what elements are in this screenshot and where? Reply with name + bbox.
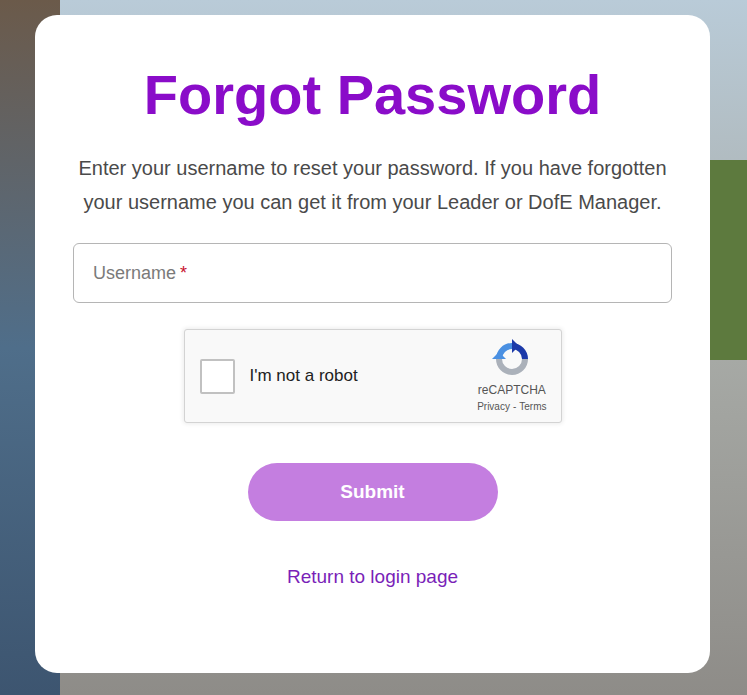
page-title: Forgot Password [144,63,601,127]
recaptcha-box: I'm not a robotreCAPTCHAPrivacy-Terms [184,329,562,423]
page: Forgot Password Enter your username to re… [0,0,747,695]
recaptcha-label: I'm not a robot [250,363,478,389]
recaptcha-logo-icon [492,339,532,379]
forgot-password-card: Forgot Password Enter your username to re… [35,15,710,673]
username-placeholder: Username* [93,260,187,287]
privacy-link[interactable]: Privacy [477,399,510,414]
terms-link[interactable]: Terms [519,399,546,414]
username-input[interactable] [92,273,93,274]
link-separator: - [513,399,516,414]
recaptcha-brand: reCAPTCHA [478,381,546,399]
return-to-login-link[interactable]: Return to login page [287,563,458,592]
required-mark: * [180,263,187,283]
instructions-text: Enter your username to reset your passwo… [73,151,672,219]
recaptcha-checkbox[interactable] [200,359,235,394]
submit-button[interactable]: Submit [248,463,498,521]
username-field[interactable]: Username* [73,243,672,303]
